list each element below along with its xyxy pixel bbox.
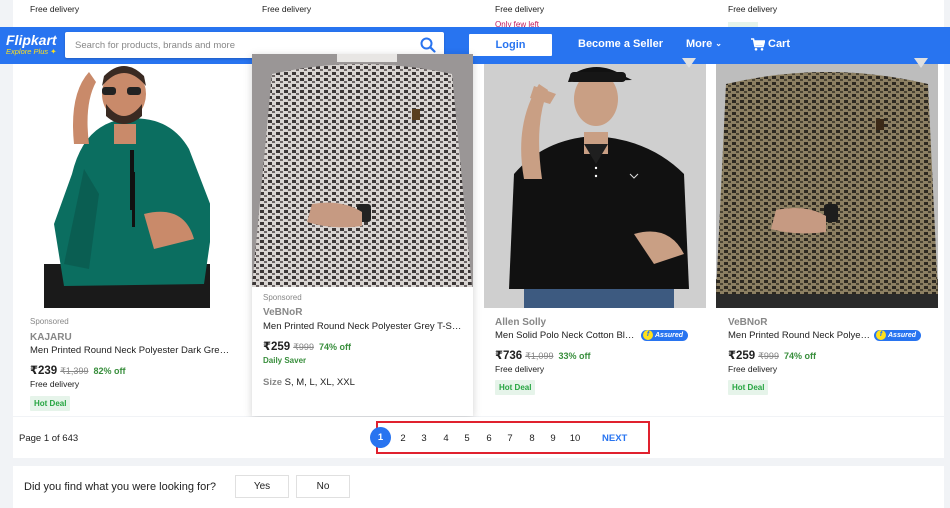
more-menu[interactable]: More ⌄: [686, 38, 722, 50]
assured-badge: f Assured: [641, 330, 689, 341]
page-7-button[interactable]: 7: [502, 433, 518, 444]
hot-deal-badge: Hot Deal: [495, 380, 536, 395]
free-delivery-text: Free delivery: [728, 364, 778, 374]
free-delivery-text: Free delivery: [30, 379, 80, 389]
page-6-button[interactable]: 6: [481, 433, 497, 444]
price-row: ₹259 ₹999 74% off: [728, 346, 816, 364]
price-row: ₹239 ₹1,399 82% off: [30, 361, 125, 379]
product-discount: 82% off: [93, 366, 126, 376]
chevron-down-icon: ⌄: [715, 39, 722, 48]
sponsored-label: Sponsored: [30, 317, 69, 326]
product-brand: VeBNoR: [263, 307, 303, 318]
product-discount: 74% off: [318, 342, 351, 352]
product-brand: VeBNoR: [728, 317, 768, 328]
product-image[interactable]: [484, 64, 706, 308]
feedback-bar: Did you find what you were looking for? …: [13, 466, 944, 508]
feedback-question: Did you find what you were looking for?: [24, 481, 216, 493]
product-image[interactable]: [252, 54, 473, 287]
product-grid-row: Sponsored KAJARU Men Printed Round Neck …: [13, 54, 944, 416]
hot-deal-badge: Hot Deal: [30, 396, 71, 411]
product-brand: KAJARU: [30, 332, 72, 343]
logo-tagline: Explore Plus ✦: [6, 47, 57, 56]
product-mrp: ₹999: [758, 351, 779, 361]
hot-deal-badge: Hot Deal: [728, 380, 769, 395]
product-price: ₹259: [728, 350, 756, 362]
assured-badge: f Assured: [874, 330, 922, 341]
size-options[interactable]: Size S, M, L, XL, XXL: [263, 377, 355, 388]
free-delivery-text: Free delivery: [728, 4, 778, 14]
daily-saver-label: Daily Saver: [263, 356, 307, 365]
product-mrp: ₹1,099: [525, 351, 554, 361]
page-9-button[interactable]: 9: [545, 433, 561, 444]
product-title[interactable]: Men Printed Round Neck Polyester Brown T…: [728, 330, 871, 341]
product-image[interactable]: [44, 64, 210, 308]
product-title[interactable]: Men Printed Round Neck Polyester Grey T-…: [263, 321, 465, 332]
page-2-button[interactable]: 2: [395, 433, 411, 444]
free-delivery-text: Free delivery: [495, 4, 545, 14]
free-delivery-text: Free delivery: [262, 4, 312, 14]
page-8-button[interactable]: 8: [524, 433, 540, 444]
no-button[interactable]: No: [296, 475, 350, 498]
product-price: ₹259: [263, 341, 291, 353]
pagination-bar: Page 1 of 643 1 2 3 4 5 6 7 8 9 10 NEXT: [13, 417, 944, 458]
assured-icon: f: [643, 330, 653, 340]
product-discount: 74% off: [783, 351, 816, 361]
price-row: ₹736 ₹1,099 33% off: [495, 346, 590, 364]
product-price: ₹239: [30, 365, 58, 377]
previous-row-strip: Free delivery Free delivery Free deliver…: [13, 0, 944, 29]
flipkart-logo[interactable]: Flipkart Explore Plus ✦: [6, 33, 57, 57]
product-image[interactable]: [716, 64, 938, 308]
assured-icon: f: [876, 330, 886, 340]
product-card[interactable]: Allen Solly Men Solid Polo Neck Cotton B…: [479, 58, 712, 416]
product-mrp: ₹999: [293, 342, 314, 352]
plus-icon: ✦: [48, 47, 57, 56]
cart-link[interactable]: Cart: [768, 38, 790, 50]
product-card[interactable]: VeBNoR Men Printed Round Neck Polyester …: [712, 58, 944, 416]
product-mrp: ₹1,399: [60, 366, 89, 376]
product-card[interactable]: Sponsored VeBNoR Men Printed Round Neck …: [252, 54, 473, 416]
page-10-button[interactable]: 10: [567, 433, 583, 444]
free-delivery-text: Free delivery: [495, 364, 545, 374]
login-button[interactable]: Login: [469, 34, 552, 56]
cart-icon[interactable]: [751, 38, 765, 51]
page-5-button[interactable]: 5: [459, 433, 475, 444]
product-card[interactable]: Sponsored KAJARU Men Printed Round Neck …: [13, 64, 246, 416]
become-seller-link[interactable]: Become a Seller: [578, 38, 663, 50]
page-3-button[interactable]: 3: [416, 433, 432, 444]
price-row: ₹259 ₹999 74% off: [263, 337, 351, 355]
yes-button[interactable]: Yes: [235, 475, 289, 498]
product-title[interactable]: Men Printed Round Neck Polyester Dark Gr…: [30, 345, 230, 356]
page-4-button[interactable]: 4: [438, 433, 454, 444]
sponsored-label: Sponsored: [263, 293, 302, 302]
product-discount: 33% off: [558, 351, 591, 361]
search-icon[interactable]: [420, 37, 436, 53]
product-title[interactable]: Men Solid Polo Neck Cotton Blend Black T…: [495, 330, 637, 341]
logo-brand: Flipkart: [6, 32, 57, 48]
top-header: Flipkart Explore Plus ✦ Login Become a S…: [0, 27, 950, 64]
page-1-button[interactable]: 1: [370, 427, 391, 448]
product-price: ₹736: [495, 350, 523, 362]
page-info: Page 1 of 643: [19, 433, 79, 444]
free-delivery-text: Free delivery: [30, 4, 80, 14]
next-page-button[interactable]: NEXT: [602, 433, 627, 444]
product-brand: Allen Solly: [495, 317, 547, 328]
